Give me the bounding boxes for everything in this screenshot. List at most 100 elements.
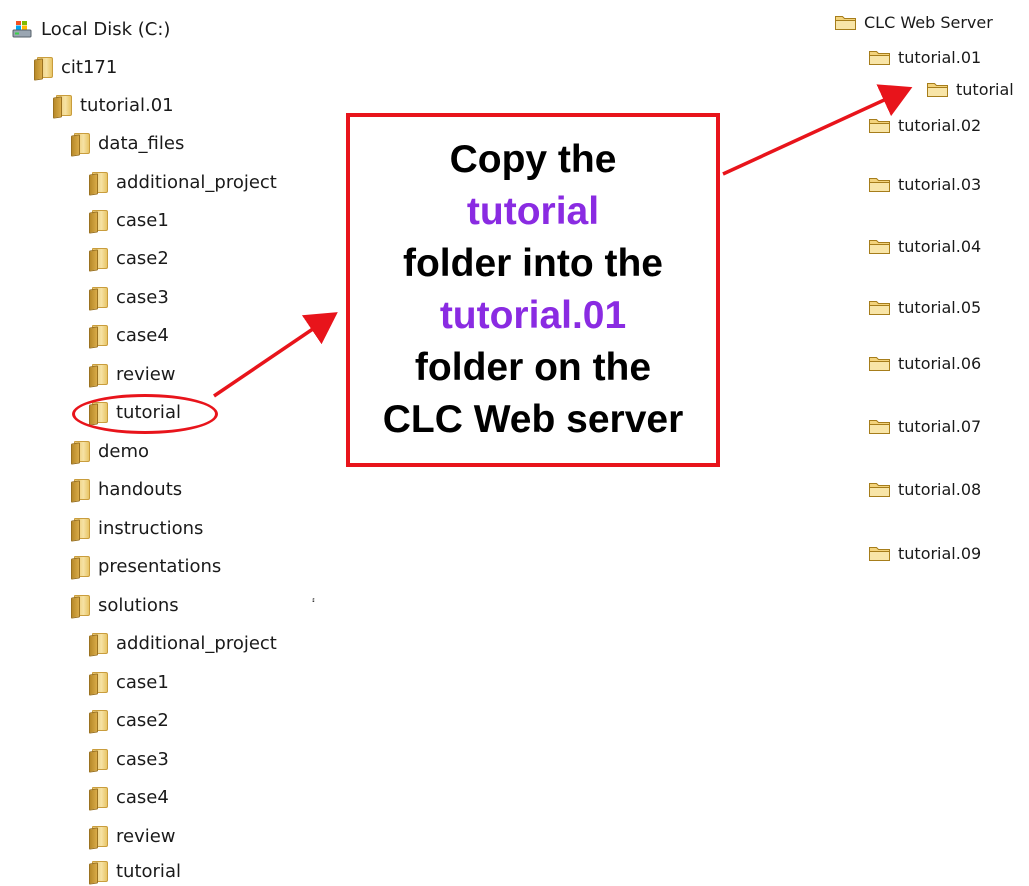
server-item-tutorial06[interactable]: tutorial.06 <box>868 350 981 376</box>
tree-item-sol-additional-project[interactable]: additional_project <box>89 628 277 658</box>
tree-item-handouts[interactable]: handouts <box>71 474 182 504</box>
folder-icon <box>89 324 108 349</box>
server-item-label: CLC Web Server <box>864 12 993 32</box>
tree-item-sol-review[interactable]: review <box>89 821 176 851</box>
tree-item-label: case1 <box>116 209 169 231</box>
tree-item-data-case3[interactable]: case3 <box>89 282 169 312</box>
tree-item-data-case2[interactable]: case2 <box>89 243 169 273</box>
folder-icon <box>89 748 108 773</box>
folder-icon <box>89 171 108 196</box>
tree-item-label: additional_project <box>116 171 277 193</box>
tree-item-solutions[interactable]: solutions <box>71 590 179 620</box>
server-item-label: tutorial <box>956 79 1014 99</box>
folder-icon <box>927 83 948 97</box>
tree-item-sol-case1[interactable]: case1 <box>89 667 169 697</box>
folder-icon <box>89 286 108 311</box>
server-item-label: tutorial.08 <box>898 479 982 499</box>
tree-item-cit171[interactable]: cit171 <box>34 52 117 82</box>
instruction-callout: Copy the tutorial folder into the tutori… <box>346 113 720 467</box>
tree-item-label: case1 <box>116 671 169 693</box>
tree-item-label: solutions <box>98 594 179 616</box>
tree-item-data-case1[interactable]: case1 <box>89 205 169 235</box>
folder-icon <box>71 517 90 542</box>
folder-icon <box>89 632 108 657</box>
server-item-label: tutorial.06 <box>898 353 982 373</box>
tree-item-sol-case3[interactable]: case3 <box>89 744 169 774</box>
folder-icon <box>89 247 108 272</box>
tree-item-data-review[interactable]: review <box>89 359 176 389</box>
tree-item-label: cit171 <box>61 56 118 78</box>
tree-item-label: case3 <box>116 286 169 308</box>
folder-icon <box>89 363 108 388</box>
server-item-tutorial07[interactable]: tutorial.07 <box>868 413 981 439</box>
tree-item-instructions[interactable]: instructions <box>71 513 203 543</box>
server-item-label: tutorial.04 <box>898 236 982 256</box>
tree-item-sol-tutorial[interactable]: tutorial <box>89 856 181 886</box>
callout-line: folder into the <box>403 242 663 285</box>
server-item-tutorial-nested[interactable]: tutorial <box>926 76 1014 102</box>
callout-highlight: tutorial <box>466 190 600 233</box>
server-item-tutorial09[interactable]: tutorial.09 <box>868 540 981 566</box>
tree-item-data-additional-project[interactable]: additional_project <box>89 167 277 197</box>
folder-icon <box>89 709 108 734</box>
callout-line: folder on the <box>414 346 652 389</box>
tree-item-local-disk[interactable]: Local Disk (C:) <box>12 14 170 44</box>
tree-item-label: Local Disk (C:) <box>41 18 171 40</box>
tree-item-label: presentations <box>98 555 222 577</box>
folder-icon <box>89 209 108 234</box>
server-item-tutorial03[interactable]: tutorial.03 <box>868 171 981 197</box>
server-item-label: tutorial.09 <box>898 543 982 563</box>
server-item-label: tutorial.03 <box>898 174 982 194</box>
tree-item-label: tutorial <box>116 860 181 882</box>
server-item-tutorial02[interactable]: tutorial.02 <box>868 112 981 138</box>
callout-line: CLC Web server <box>382 398 684 441</box>
tree-item-label: case2 <box>116 247 169 269</box>
server-item-label: tutorial.01 <box>898 47 982 67</box>
callout-line: Copy the <box>449 138 617 181</box>
folder-icon <box>869 547 890 561</box>
tree-item-demo[interactable]: demo <box>71 436 149 466</box>
folder-icon <box>869 240 890 254</box>
folder-icon <box>835 16 856 30</box>
drive-icon <box>12 18 32 40</box>
callout-highlight: tutorial.01 <box>439 294 627 337</box>
server-item-label: tutorial.02 <box>898 115 982 135</box>
folder-icon <box>71 440 90 465</box>
tree-item-label: data_files <box>98 132 185 154</box>
tree-item-label: case4 <box>116 324 169 346</box>
tree-item-label: review <box>116 825 176 847</box>
folder-icon <box>869 301 890 315</box>
folder-icon <box>71 594 90 619</box>
server-item-tutorial04[interactable]: tutorial.04 <box>868 233 981 259</box>
folder-icon <box>34 56 53 81</box>
tree-item-label: handouts <box>98 478 183 500</box>
tree-item-label: case4 <box>116 786 169 808</box>
tree-item-label: instructions <box>98 517 204 539</box>
server-item-tutorial08[interactable]: tutorial.08 <box>868 476 981 502</box>
tree-item-data-case4[interactable]: case4 <box>89 320 169 350</box>
folder-icon <box>869 178 890 192</box>
folder-icon <box>89 786 108 811</box>
folder-icon <box>869 51 890 65</box>
tree-item-label: review <box>116 363 176 385</box>
tree-item-presentations[interactable]: presentations <box>71 551 221 581</box>
server-item-label: tutorial.05 <box>898 297 982 317</box>
tree-item-label: tutorial.01 <box>80 94 174 116</box>
tree-item-label: case3 <box>116 748 169 770</box>
folder-icon <box>53 94 72 119</box>
tree-item-sol-case4[interactable]: case4 <box>89 782 169 812</box>
server-item-root[interactable]: CLC Web Server <box>834 9 993 35</box>
folder-icon <box>89 671 108 696</box>
folder-icon <box>71 478 90 503</box>
folder-icon <box>89 860 108 885</box>
folder-icon <box>89 825 108 850</box>
server-item-tutorial05[interactable]: tutorial.05 <box>868 294 981 320</box>
server-item-tutorial01[interactable]: tutorial.01 <box>868 44 981 70</box>
folder-icon <box>71 555 90 580</box>
tree-item-tutorial01[interactable]: tutorial.01 <box>53 90 174 120</box>
tree-item-data-files[interactable]: data_files <box>71 128 184 158</box>
server-item-label: tutorial.07 <box>898 416 982 436</box>
folder-icon <box>869 119 890 133</box>
tree-item-label: case2 <box>116 709 169 731</box>
tree-item-sol-case2[interactable]: case2 <box>89 705 169 735</box>
